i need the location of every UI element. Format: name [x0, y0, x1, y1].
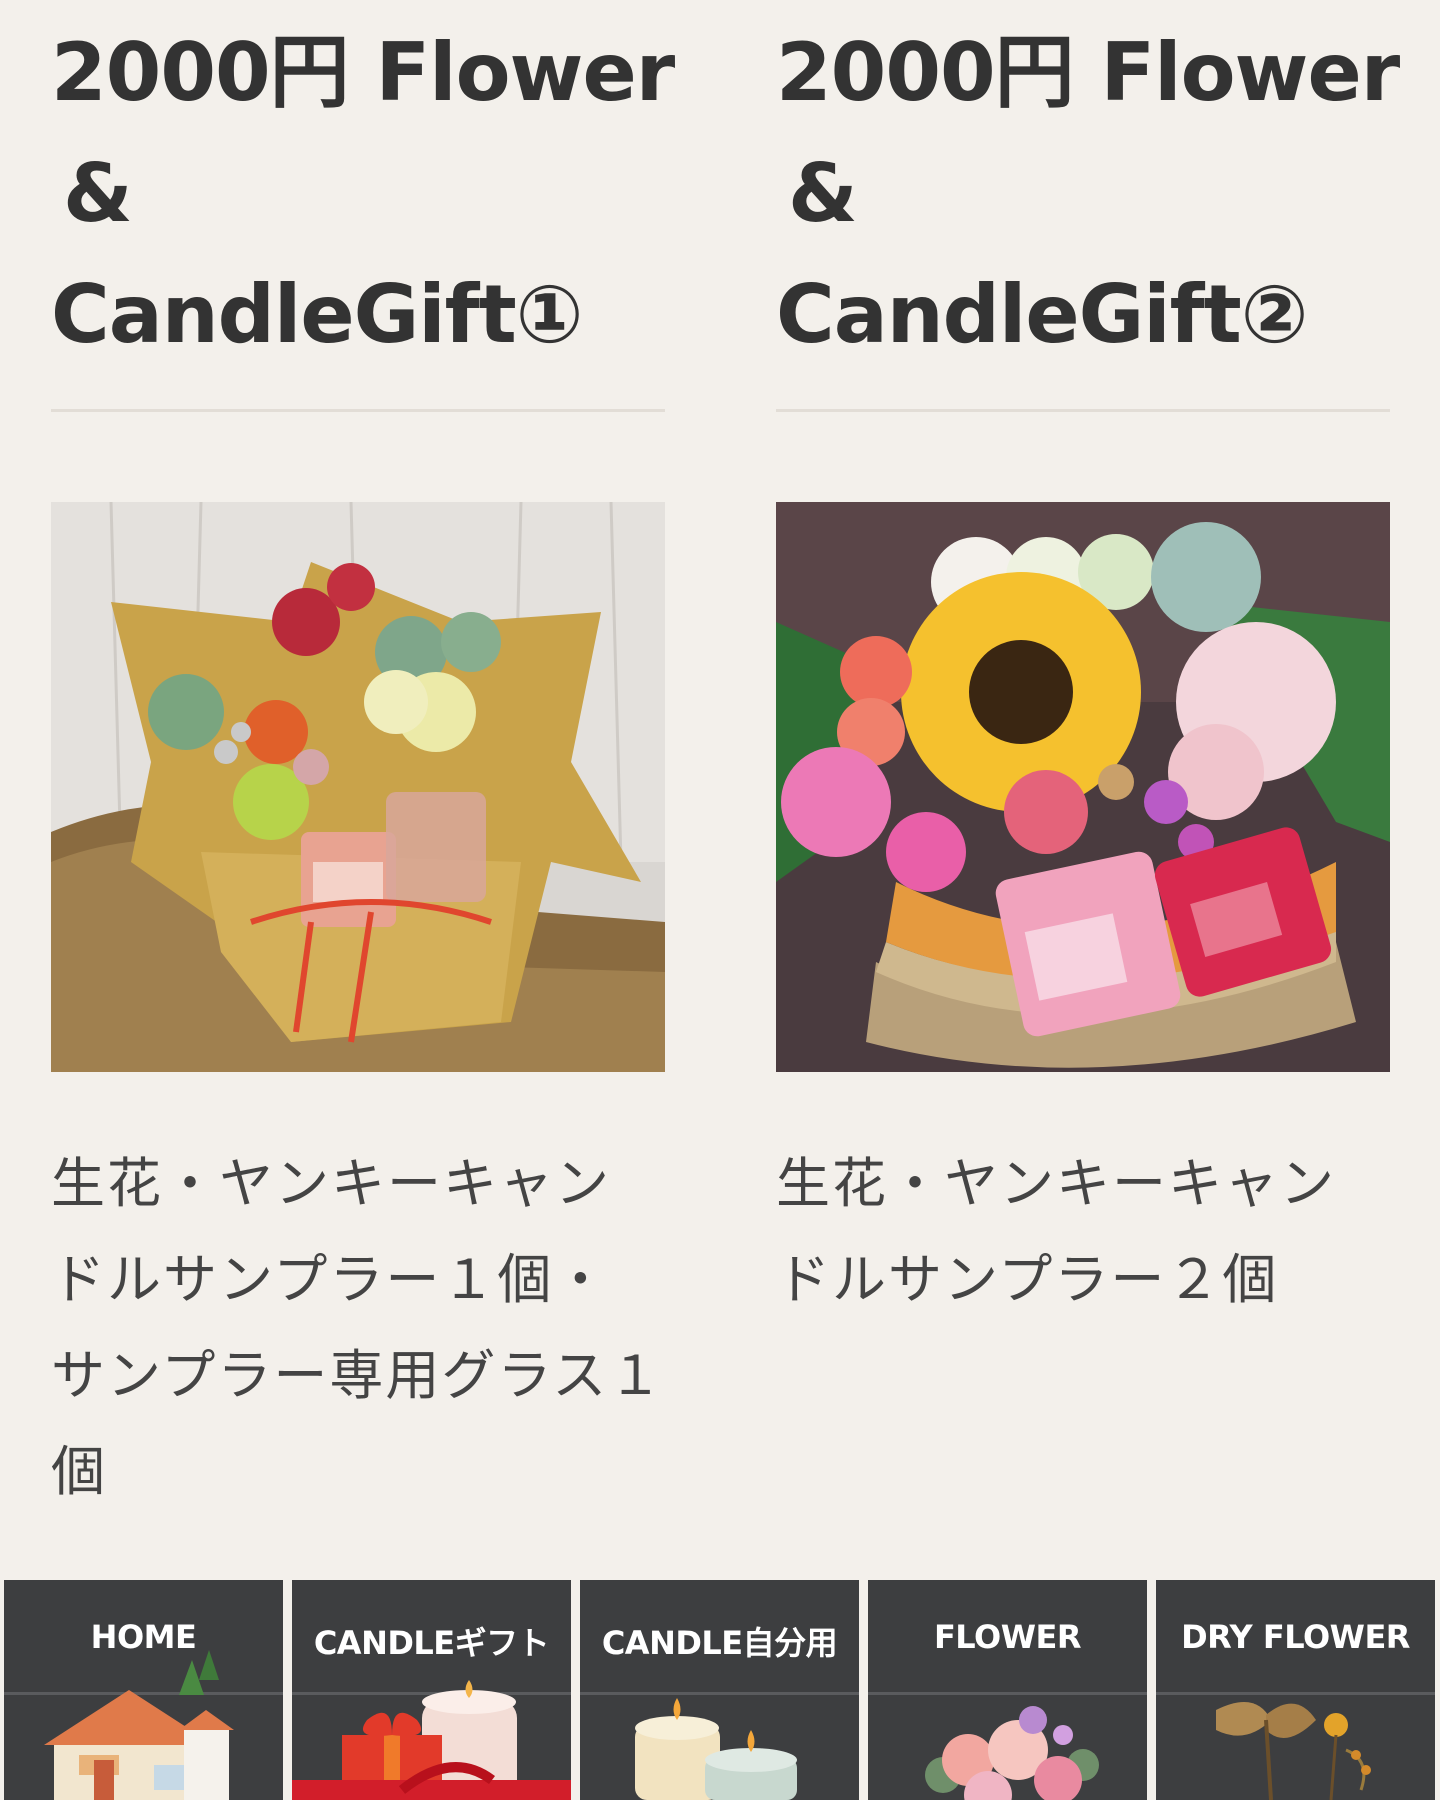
product-title-line: &	[63, 147, 133, 240]
rose-bouquet-icon	[925, 1706, 1099, 1800]
product-grid: 2000円 Flower & CandleGift① 生花・ヤンキーキャン ドル…	[0, 0, 1440, 1570]
product-image[interactable]	[776, 502, 1390, 1072]
product-title[interactable]: 2000円 Flower & CandleGift①	[51, 0, 675, 375]
bottom-navigation: HOME CANDLEギフト CANDLE自分用 FLOWER DRY FLOW…	[4, 1580, 1436, 1800]
dried-flower-icon	[1216, 1702, 1371, 1800]
product-title-line: &	[788, 147, 858, 240]
product-title-line: CandleGift①	[51, 268, 583, 361]
divider	[51, 409, 665, 412]
nav-candle-self[interactable]: CANDLE自分用	[580, 1580, 859, 1800]
nav-flower[interactable]: FLOWER	[868, 1580, 1147, 1800]
description-line: 生花・ヤンキーキャン	[51, 1152, 611, 1215]
product-title[interactable]: 2000円 Flower & CandleGift②	[776, 0, 1400, 375]
description-line: サンプラー専用グラス１	[51, 1344, 665, 1407]
description-line: 個	[51, 1440, 107, 1503]
divider	[776, 409, 1390, 412]
description-line: ドルサンプラー１個・	[51, 1248, 610, 1311]
nav-dry-flower[interactable]: DRY FLOWER	[1156, 1580, 1435, 1800]
product-description: 生花・ヤンキーキャン ドルサンプラー１個・ サンプラー専用グラス１ 個	[51, 1136, 665, 1520]
candle-jar-icon	[635, 1698, 797, 1800]
product-card-2[interactable]: 2000円 Flower & CandleGift② 生花・ヤンキーキャン ドル…	[776, 0, 1400, 1311]
product-title-line: 2000円 Flower	[51, 26, 675, 119]
product-image[interactable]	[51, 502, 665, 1072]
description-line: ドルサンプラー２個	[776, 1248, 1279, 1311]
product-description: 生花・ヤンキーキャン ドルサンプラー２個	[776, 1136, 1390, 1328]
nav-home[interactable]: HOME	[4, 1580, 283, 1800]
product-card-1[interactable]: 2000円 Flower & CandleGift① 生花・ヤンキーキャン ドル…	[51, 0, 675, 1503]
product-title-line: CandleGift②	[776, 268, 1308, 361]
description-line: 生花・ヤンキーキャン	[776, 1152, 1336, 1215]
product-title-line: 2000円 Flower	[776, 26, 1400, 119]
gift-candle-icon	[292, 1680, 571, 1800]
nav-candle-gift[interactable]: CANDLEギフト	[292, 1580, 571, 1800]
house-icon	[44, 1650, 234, 1800]
